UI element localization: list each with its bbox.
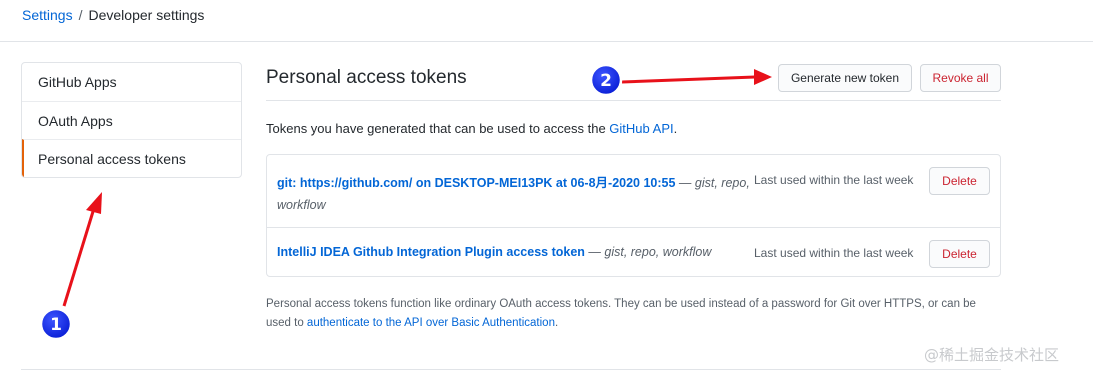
- header-divider: [0, 41, 1093, 42]
- breadcrumb-separator: /: [78, 7, 83, 23]
- intro-text-body: Tokens you have generated that can be us…: [266, 121, 610, 136]
- basic-auth-link[interactable]: authenticate to the API over Basic Authe…: [307, 317, 555, 329]
- arrow-1-shaft: [62, 204, 97, 307]
- token-1-scopes-wrap: workflow: [277, 198, 326, 212]
- badge-1: 1: [39, 307, 73, 341]
- token-1-scopes: gist, repo,: [694, 176, 750, 190]
- title-divider: [266, 100, 1001, 101]
- revoke-all-button[interactable]: Revoke all: [920, 64, 1001, 92]
- token-row-2-name-line: IntelliJ IDEA Github Integration Plugin …: [277, 245, 711, 259]
- footnote: Personal access tokens function like ord…: [266, 295, 996, 333]
- badge-2: 2: [589, 63, 623, 97]
- token-2-scopes: gist, repo, workflow: [604, 245, 712, 259]
- badge-2-number: 2: [600, 71, 612, 91]
- settings-sidebar: GitHub Apps OAuth Apps Personal access t…: [21, 62, 242, 178]
- page-title: Personal access tokens: [266, 67, 467, 88]
- token-2-dash: —: [584, 245, 605, 259]
- token-2-last-used: Last used within the last week: [754, 246, 914, 260]
- bottom-divider: [21, 369, 1001, 370]
- generate-new-token-button[interactable]: Generate new token: [778, 64, 912, 92]
- breadcrumb-settings-link[interactable]: Settings: [22, 7, 73, 23]
- breadcrumb-current: Developer settings: [88, 7, 205, 23]
- arrow-2-shaft: [621, 75, 756, 84]
- github-api-link[interactable]: GitHub API: [609, 121, 673, 136]
- watermark: @稀土掘金技术社区: [924, 346, 1060, 364]
- intro-text-end: .: [673, 121, 678, 136]
- arrow-2-head: [754, 69, 772, 85]
- token-row-1-name-line: git: https://github.com/ on DESKTOP-MEI1…: [277, 172, 750, 191]
- token-2-name-link[interactable]: IntelliJ IDEA Github Integration Plugin …: [277, 245, 585, 259]
- badge-1-number: 1: [50, 315, 62, 335]
- token-1-name-link[interactable]: git: https://github.com/ on DESKTOP-MEI1…: [277, 176, 675, 190]
- sidebar-item-oauth-apps[interactable]: OAuth Apps: [22, 101, 241, 139]
- token-list: git: https://github.com/ on DESKTOP-MEI1…: [266, 154, 1001, 277]
- sidebar-item-personal-access-tokens[interactable]: Personal access tokens: [22, 139, 241, 177]
- token-2-delete-button[interactable]: Delete: [929, 240, 990, 268]
- token-1-delete-button[interactable]: Delete: [929, 167, 990, 195]
- token-row-divider: [267, 227, 1000, 228]
- footnote-end: .: [554, 317, 559, 329]
- token-1-last-used: Last used within the last week: [754, 173, 914, 187]
- intro-text: Tokens you have generated that can be us…: [266, 121, 677, 136]
- token-1-dash: —: [675, 176, 695, 190]
- arrow-1-head: [86, 192, 102, 214]
- sidebar-item-github-apps[interactable]: GitHub Apps: [22, 63, 241, 101]
- breadcrumb: Settings / Developer settings: [22, 7, 204, 23]
